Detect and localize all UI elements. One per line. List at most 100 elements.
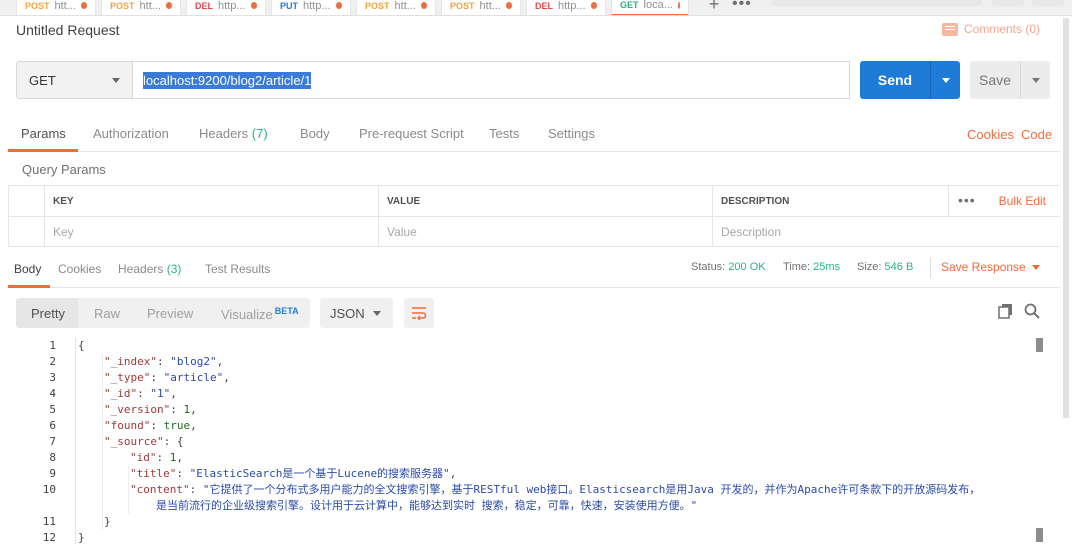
- comments-label: Comments (0): [963, 22, 1040, 36]
- code-token: "它提供了一个分布式多用户能力的全文搜索引擎，基于RESTful web接口。E…: [202, 483, 981, 496]
- unsaved-changes-dot: [677, 1, 680, 9]
- cookies-link[interactable]: Cookies: [967, 127, 1014, 142]
- request-tab[interactable]: POST htt...: [101, 0, 181, 15]
- line-number: 6: [49, 419, 56, 432]
- url-input[interactable]: localhost:9200/blog2/article/1: [133, 61, 850, 99]
- code-token: "found": [104, 419, 151, 432]
- view-mode-group: Pretty Raw Preview Visualize BETA: [16, 298, 310, 328]
- save-dropdown-button[interactable]: [1020, 61, 1050, 99]
- code-token: :: [150, 419, 164, 432]
- request-tab[interactable]: GET loca...: [611, 0, 689, 15]
- url-text: localhost:9200/blog2/article/1: [143, 71, 312, 89]
- indent-guide: [102, 354, 103, 530]
- wrap-lines-button[interactable]: [404, 298, 434, 328]
- line-number: 5: [49, 403, 56, 416]
- code-token: :: [156, 451, 170, 464]
- code-link[interactable]: Code: [1021, 127, 1052, 142]
- key-input[interactable]: Key: [44, 217, 378, 247]
- request-tab-url: htt...: [394, 0, 416, 12]
- request-tab[interactable]: POST htt...: [441, 0, 521, 15]
- manage-environments-button[interactable]: [1032, 0, 1064, 6]
- request-tab-url: htt...: [139, 0, 161, 12]
- tab-body[interactable]: Body: [300, 126, 330, 141]
- code-token: "_source": [104, 435, 164, 448]
- beta-badge: BETA: [274, 306, 299, 316]
- status-label: Status:: [691, 261, 726, 273]
- request-tab-method: POST: [450, 0, 475, 11]
- send-dropdown-button[interactable]: [930, 61, 960, 99]
- request-title[interactable]: Untitled Request: [16, 22, 120, 38]
- request-tab[interactable]: POST htt...: [356, 0, 436, 15]
- view-raw[interactable]: Raw: [94, 306, 120, 321]
- unsaved-changes-dot: [250, 2, 257, 9]
- active-tab-indicator: [8, 149, 78, 152]
- code-token: ,: [216, 355, 224, 368]
- format-label: JSON: [330, 305, 365, 321]
- format-select[interactable]: JSON: [320, 298, 393, 328]
- comments-button[interactable]: Comments (0): [941, 22, 1040, 36]
- code-token: "title": [130, 467, 177, 480]
- method-select[interactable]: GET: [16, 61, 133, 99]
- code-token: "id": [130, 451, 157, 464]
- copy-icon[interactable]: [998, 303, 1014, 319]
- code-line: "_id": "1",: [104, 386, 177, 402]
- tab-settings[interactable]: Settings: [548, 126, 595, 141]
- value-input[interactable]: Value: [378, 217, 712, 247]
- line-number: 4: [49, 387, 56, 400]
- line-number: 3: [49, 371, 56, 384]
- response-body-editor[interactable]: 1 2 3 4 5 6 7 8 9 10 11 12 {"_index": "blog2", "_typ…: [8, 338, 1048, 559]
- tab-response-headers[interactable]: Headers (3): [118, 262, 181, 276]
- chevron-down-icon: [373, 310, 381, 316]
- code-area[interactable]: {"_index": "blog2", "_type": "article", "_…: [75, 338, 1045, 544]
- tab-response-body[interactable]: Body: [14, 262, 41, 276]
- code-token: ,: [176, 451, 183, 464]
- description-input[interactable]: Description: [712, 217, 1060, 247]
- code-line: "_type": "article",: [104, 370, 230, 386]
- line-number: 10: [42, 483, 56, 496]
- tab-headers[interactable]: Headers (7): [199, 126, 268, 141]
- environment-quicklook-button[interactable]: [992, 0, 1024, 6]
- unsaved-changes-dot: [505, 2, 512, 9]
- code-token: ,: [190, 419, 197, 432]
- code-token: "article": [163, 371, 224, 384]
- tab-params[interactable]: Params: [21, 126, 66, 141]
- save-button[interactable]: Save: [970, 61, 1020, 99]
- request-tab[interactable]: POST htt...: [16, 0, 96, 15]
- code-line: }: [104, 514, 111, 530]
- search-icon[interactable]: [1024, 303, 1040, 319]
- request-tab-url: htt...: [479, 0, 501, 12]
- request-tab[interactable]: DEL http...: [186, 0, 266, 15]
- code-token: true: [163, 419, 191, 432]
- send-button[interactable]: Send: [860, 61, 930, 99]
- tab-pre-request-script[interactable]: Pre-request Script: [359, 126, 464, 141]
- code-line: "content": "它提供了一个分布式多用户能力的全文搜索引擎，基于REST…: [130, 482, 980, 498]
- query-params-header-row: KEY VALUE DESCRIPTION ••• Bulk Edit: [8, 186, 1060, 217]
- code-line: "found": true,: [104, 418, 197, 434]
- more-tabs-icon[interactable]: •••: [732, 0, 752, 13]
- bulk-edit-link[interactable]: Bulk Edit: [999, 194, 1046, 208]
- code-token: "_version": [104, 403, 171, 416]
- tab-response-cookies[interactable]: Cookies: [58, 262, 101, 276]
- tab-test-results[interactable]: Test Results: [205, 262, 270, 276]
- request-tab-method: POST: [365, 0, 390, 11]
- bracket-match-marker: [1036, 338, 1043, 352]
- view-visualize[interactable]: Visualize BETA: [221, 306, 299, 322]
- more-options-icon[interactable]: •••: [958, 192, 976, 208]
- new-tab-button[interactable]: +: [700, 0, 728, 15]
- save-response-button[interactable]: Save Response: [941, 260, 1040, 274]
- request-tab-method: POST: [110, 0, 135, 11]
- environment-select[interactable]: [772, 0, 982, 6]
- tab-tests[interactable]: Tests: [489, 126, 519, 141]
- view-pretty[interactable]: Pretty: [31, 306, 65, 321]
- response-tabs: Body Cookies Headers (3) Test Results St…: [8, 252, 1060, 288]
- request-tab[interactable]: PUT http...: [271, 0, 351, 15]
- code-token: :: [176, 467, 190, 480]
- request-tab-url: http...: [303, 0, 331, 12]
- window-scrollbar[interactable]: [1063, 18, 1069, 418]
- unsaved-changes-dot: [590, 2, 597, 9]
- view-preview[interactable]: Preview: [147, 306, 193, 321]
- code-token: :: [170, 403, 184, 416]
- line-number: 11: [42, 515, 56, 528]
- request-tab[interactable]: DEL http...: [526, 0, 606, 15]
- tab-authorization[interactable]: Authorization: [93, 126, 169, 141]
